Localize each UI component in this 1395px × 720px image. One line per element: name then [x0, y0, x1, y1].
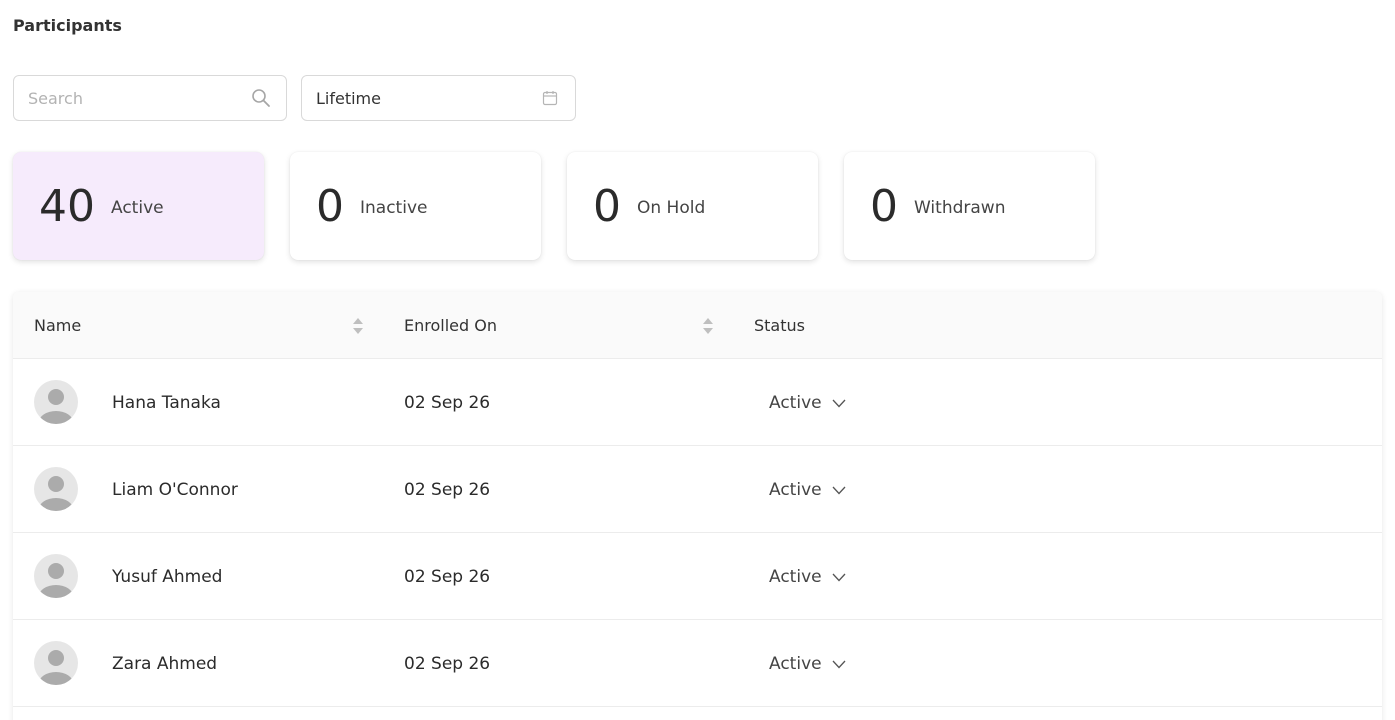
status-dropdown[interactable]: Active	[769, 620, 846, 707]
participant-name[interactable]: Yusuf Ahmed	[112, 533, 222, 620]
stat-label: On Hold	[637, 198, 706, 218]
column-header-enrolled-on[interactable]: Enrolled On	[404, 292, 714, 359]
chevron-down-icon	[832, 654, 846, 674]
chevron-down-icon	[832, 480, 846, 500]
chevron-down-icon	[832, 567, 846, 587]
table-row[interactable]: Zara Ahmed 02 Sep 26 Active	[13, 620, 1382, 707]
column-header-label: Enrolled On	[404, 316, 497, 335]
column-header-status: Status	[754, 292, 805, 359]
participant-name[interactable]: Liam O'Connor	[112, 446, 238, 533]
calendar-icon	[539, 87, 561, 109]
user-avatar-icon	[34, 641, 78, 685]
stat-count: 40	[39, 180, 95, 232]
user-avatar-icon	[34, 467, 78, 511]
stat-card-active[interactable]: 40 Active	[13, 152, 264, 260]
table-row[interactable]: Hana Tanaka 02 Sep 26 Active	[13, 359, 1382, 446]
column-header-label: Status	[754, 316, 805, 335]
status-value: Active	[769, 392, 822, 413]
search-icon[interactable]	[250, 87, 272, 109]
column-header-name[interactable]: Name	[34, 292, 364, 359]
participants-page: Participants Lifetime 40 Active 0 Inacti…	[0, 0, 1395, 720]
stat-label: Withdrawn	[914, 198, 1006, 218]
table-row[interactable]: Yusuf Ahmed 02 Sep 26 Active	[13, 533, 1382, 620]
table-header: Name Enrolled On Status	[13, 292, 1382, 359]
search-field[interactable]	[13, 75, 287, 121]
enrolled-date: 02 Sep 26	[404, 566, 491, 587]
table-row[interactable]: Liam O'Connor 02 Sep 26 Active	[13, 446, 1382, 533]
sort-icon[interactable]	[702, 317, 714, 335]
user-avatar-icon	[34, 380, 78, 424]
status-dropdown[interactable]: Active	[769, 533, 846, 620]
page-title: Participants	[13, 16, 122, 35]
stat-count: 0	[316, 180, 344, 232]
stat-label: Inactive	[360, 198, 428, 218]
date-range-picker[interactable]: Lifetime	[301, 75, 576, 121]
participants-table: Name Enrolled On Status Hana Tanaka 02 S…	[13, 292, 1382, 720]
column-header-label: Name	[34, 316, 82, 335]
stat-count: 0	[870, 180, 898, 232]
enrolled-date: 02 Sep 26	[404, 392, 491, 413]
stat-card-on-hold[interactable]: 0 On Hold	[567, 152, 818, 260]
status-dropdown[interactable]: Active	[769, 359, 846, 446]
user-avatar-icon	[34, 554, 78, 598]
sort-icon[interactable]	[352, 317, 364, 335]
stat-card-withdrawn[interactable]: 0 Withdrawn	[844, 152, 1095, 260]
search-input[interactable]	[28, 88, 250, 108]
enrolled-date: 02 Sep 26	[404, 479, 491, 500]
stat-label: Active	[111, 198, 164, 218]
date-range-value: Lifetime	[316, 88, 381, 108]
stat-card-inactive[interactable]: 0 Inactive	[290, 152, 541, 260]
status-value: Active	[769, 566, 822, 587]
status-value: Active	[769, 479, 822, 500]
stat-count: 0	[593, 180, 621, 232]
enrolled-date: 02 Sep 26	[404, 653, 491, 674]
participant-name[interactable]: Zara Ahmed	[112, 620, 217, 707]
status-value: Active	[769, 653, 822, 674]
chevron-down-icon	[832, 393, 846, 413]
status-dropdown[interactable]: Active	[769, 446, 846, 533]
participant-name[interactable]: Hana Tanaka	[112, 359, 221, 446]
